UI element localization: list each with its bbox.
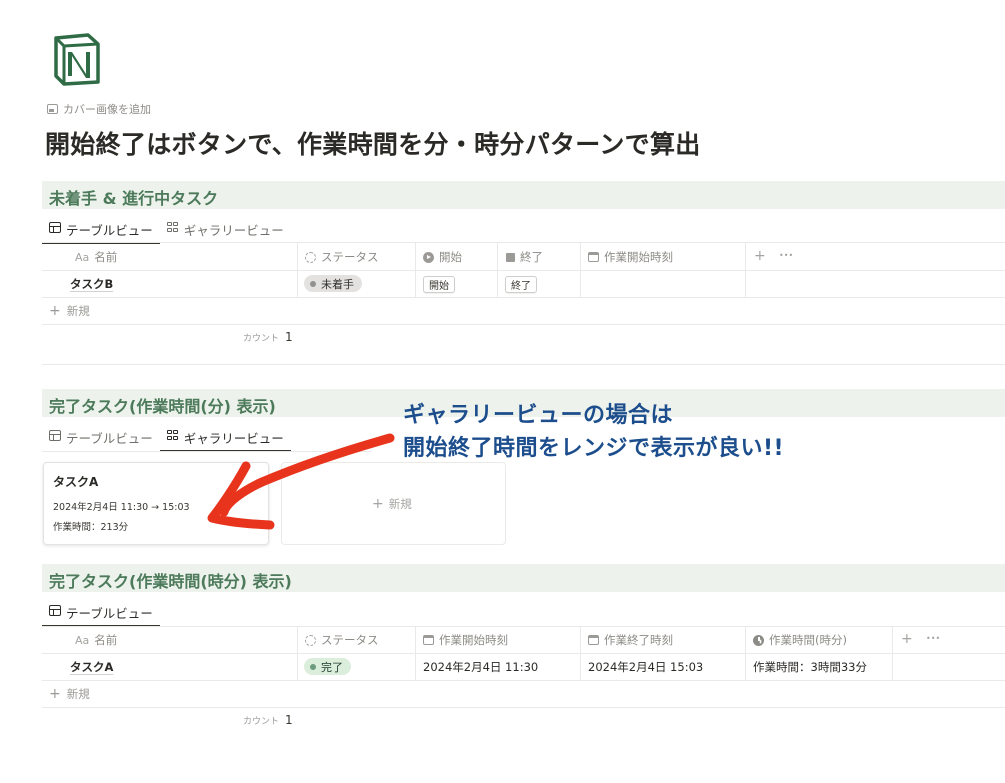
- table-icon: [49, 430, 61, 441]
- status-badge[interactable]: 完了: [304, 658, 351, 675]
- divider: [580, 243, 581, 297]
- status-dot-icon: [310, 280, 316, 287]
- status-property-icon: [305, 634, 316, 646]
- divider: [42, 707, 1005, 708]
- end-button[interactable]: 終了: [505, 276, 537, 293]
- section1-tabs-divider: [42, 242, 1005, 243]
- divider: [892, 627, 893, 680]
- plus-icon: +: [49, 685, 61, 702]
- tab-table-view[interactable]: テーブルビュー: [42, 424, 160, 452]
- table-row-name[interactable]: タスクB: [70, 276, 113, 292]
- count-value: 1: [285, 330, 293, 344]
- red-arrow-icon: [207, 433, 395, 530]
- column-header-status[interactable]: ステータス: [305, 632, 379, 648]
- new-row-button[interactable]: + 新規: [49, 303, 90, 319]
- divider: [42, 270, 1005, 271]
- image-icon: [47, 104, 58, 114]
- divider: [415, 243, 416, 297]
- annotation-line-2: 開始終了時間をレンジで表示が良い!!: [403, 436, 785, 461]
- table-icon: [49, 605, 61, 616]
- card-duration: 作業時間：213分: [53, 522, 129, 533]
- column-header-end[interactable]: 終了: [506, 249, 543, 265]
- gallery-icon: [166, 222, 179, 233]
- work-end-cell[interactable]: 2024年2月4日 15:03: [588, 659, 703, 675]
- divider: [297, 627, 298, 680]
- column-header-status[interactable]: ステータス: [305, 249, 379, 265]
- divider: [497, 243, 498, 297]
- column-header-start[interactable]: 開始: [423, 249, 462, 265]
- text-property-icon: Aa: [75, 250, 90, 264]
- work-start-cell[interactable]: 2024年2月4日 11:30: [423, 659, 538, 675]
- add-cover-label: カバー画像を追加: [63, 103, 151, 116]
- divider: [42, 364, 1005, 365]
- column-header-work-end[interactable]: 作業終了時刻: [588, 632, 673, 648]
- plus-icon: +: [49, 302, 61, 319]
- button-property-icon: [506, 252, 515, 262]
- section3-title[interactable]: 完了タスク(作業時間(時分) 表示): [49, 568, 292, 592]
- divider: [745, 243, 746, 297]
- count-value: 1: [285, 713, 293, 727]
- section2-title[interactable]: 完了タスク(作業時間(分) 表示): [49, 393, 276, 417]
- annotation-line-1: ギャラリービューの場合は: [403, 403, 674, 428]
- tab-table-view[interactable]: テーブルビュー: [42, 216, 160, 244]
- column-header-name[interactable]: Aa 名前: [75, 249, 117, 265]
- count-summary[interactable]: カウント 1: [243, 330, 293, 344]
- divider: [42, 297, 1005, 298]
- table-row-name[interactable]: タスクA: [70, 659, 113, 675]
- more-options-icon[interactable]: •••: [779, 251, 793, 260]
- count-summary[interactable]: カウント 1: [243, 713, 293, 727]
- section3-tabs-divider: [42, 626, 1005, 627]
- calendar-icon: [588, 635, 599, 645]
- column-header-duration[interactable]: 作業時間(時分): [753, 632, 847, 648]
- divider: [580, 627, 581, 680]
- page-title: 開始終了はボタンで、作業時間を分・時分パターンで算出: [45, 130, 701, 159]
- section1-title[interactable]: 未着手 & 進行中タスク: [49, 185, 218, 209]
- column-header-work-start[interactable]: 作業開始時刻: [588, 249, 673, 265]
- card-date-range: 2024年2月4日 11:30 → 15:03: [53, 502, 190, 513]
- add-cover-button[interactable]: カバー画像を追加: [47, 101, 151, 117]
- table-icon: [49, 222, 61, 233]
- add-column-button[interactable]: +: [754, 248, 766, 264]
- divider: [297, 243, 298, 297]
- status-badge[interactable]: 未着手: [304, 275, 362, 292]
- tab-gallery-view[interactable]: ギャラリービュー: [160, 216, 291, 244]
- status-property-icon: [305, 251, 316, 263]
- text-property-icon: Aa: [75, 633, 90, 647]
- section3-view-tabs: テーブルビュー: [42, 599, 160, 627]
- divider: [42, 324, 1005, 325]
- gallery-icon: [166, 430, 179, 441]
- tab-table-view[interactable]: テーブルビュー: [42, 599, 160, 627]
- duration-cell[interactable]: 作業時間：3時間33分: [753, 659, 867, 675]
- button-property-icon: [423, 251, 434, 263]
- clock-icon: [753, 634, 764, 646]
- calendar-icon: [588, 252, 599, 262]
- section1-view-tabs: テーブルビュー ギャラリービュー: [42, 216, 291, 244]
- start-button[interactable]: 開始: [423, 276, 455, 293]
- divider: [42, 653, 1005, 654]
- more-options-icon[interactable]: •••: [926, 634, 940, 643]
- status-dot-icon: [310, 663, 316, 670]
- calendar-icon: [423, 635, 434, 645]
- column-header-work-start[interactable]: 作業開始時刻: [423, 632, 508, 648]
- notion-logo-icon: [54, 33, 100, 86]
- add-column-button[interactable]: +: [901, 631, 913, 647]
- card-title: タスクA: [53, 475, 99, 489]
- column-header-name[interactable]: Aa 名前: [75, 632, 117, 648]
- divider: [415, 627, 416, 680]
- divider: [42, 680, 1005, 681]
- divider: [745, 627, 746, 680]
- new-row-button[interactable]: + 新規: [49, 686, 90, 702]
